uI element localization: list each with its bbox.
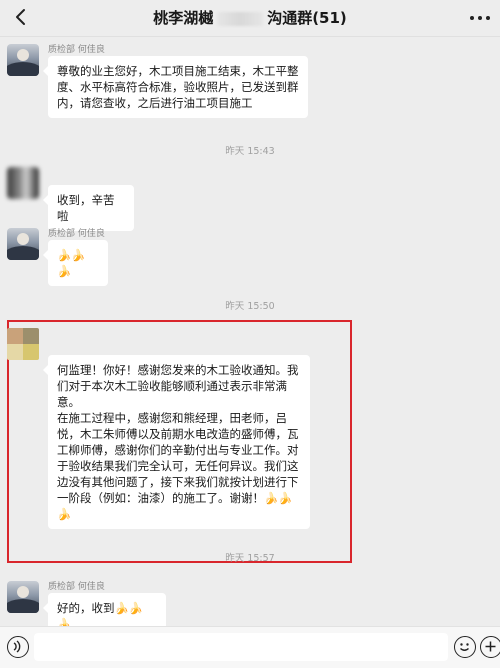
chat-title: 桃李湖樾 沟通群(51): [90, 0, 410, 36]
chat-header: 桃李湖樾 沟通群(51): [0, 0, 500, 37]
sender-name: 质检部 何佳良: [48, 45, 105, 55]
back-icon[interactable]: [10, 5, 32, 29]
timestamp: 昨天 15:50: [225, 301, 275, 312]
message-bubble[interactable]: 何监理！你好！感谢您发来的木工验收通知。我 们对于本次木工验收能够顺利通过表示非…: [43, 355, 310, 529]
input-bar: [0, 626, 500, 668]
avatar[interactable]: [7, 228, 39, 260]
sender-name: 质检部 何佳良: [48, 229, 105, 239]
message-bubble[interactable]: 收到，辛苦啦: [43, 185, 134, 231]
message-input[interactable]: [34, 633, 448, 661]
title-blur: [217, 11, 264, 26]
emoji-icon[interactable]: [454, 636, 476, 658]
chat-area[interactable]: 质检部 何佳良 尊敬的业主您好，木工项目施工结束，木工平整 度、水平标高符合标准…: [0, 36, 500, 639]
avatar[interactable]: [7, 44, 39, 76]
sender-name: 质检部 何佳良: [48, 582, 105, 592]
avatar[interactable]: [7, 581, 39, 613]
message-bubble[interactable]: 🍌🍌🍌: [43, 240, 108, 286]
avatar[interactable]: [7, 167, 39, 199]
message-bubble[interactable]: 尊敬的业主您好，木工项目施工结束，木工平整 度、水平标高符合标准，验收照片，已发…: [43, 56, 308, 118]
plus-icon[interactable]: [480, 636, 500, 658]
timestamp: 昨天 15:57: [225, 553, 275, 564]
voice-icon[interactable]: [7, 636, 29, 658]
more-icon[interactable]: [468, 10, 492, 26]
timestamp: 昨天 15:43: [225, 146, 275, 157]
avatar[interactable]: [7, 328, 39, 360]
chat-title-right: 沟通群(51): [267, 9, 347, 27]
chat-title-left: 桃李湖樾: [153, 9, 214, 27]
